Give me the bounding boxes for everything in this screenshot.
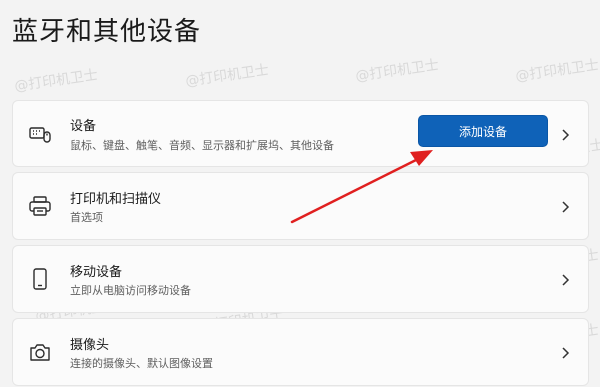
mobile-devices-title: 移动设备 [70,265,123,280]
printer-icon [28,194,52,218]
watermark: @打印机卫士 [184,62,270,90]
mobile-devices-subtitle: 立即从电脑访问移动设备 [70,284,191,297]
page-title: 蓝牙和其他设备 [12,17,202,47]
camera-title: 摄像头 [70,338,110,353]
keyboard-mouse-icon [28,122,52,146]
watermark: @打印机卫士 [354,57,440,85]
chevron-right-icon[interactable] [560,345,570,359]
phone-icon [28,267,52,291]
chevron-right-icon[interactable] [560,199,570,213]
printers-subtitle: 首选项 [70,211,103,224]
watermark: @打印机卫士 [13,67,99,95]
mobile-devices-card[interactable]: 移动设备 立即从电脑访问移动设备 [12,245,589,313]
printers-title: 打印机和扫描仪 [70,192,162,207]
add-device-button[interactable]: 添加设备 [418,115,548,147]
chevron-right-icon[interactable] [560,272,570,286]
camera-subtitle: 连接的摄像头、默认图像设置 [70,357,213,370]
devices-subtitle: 鼠标、键盘、触笔、音频、显示器和扩展坞、其他设备 [70,139,334,152]
devices-card[interactable]: 设备 鼠标、键盘、触笔、音频、显示器和扩展坞、其他设备 添加设备 [12,100,589,167]
camera-icon [28,340,52,364]
watermark: @打印机卫士 [514,57,600,85]
devices-title: 设备 [70,119,97,134]
camera-card[interactable]: 摄像头 连接的摄像头、默认图像设置 [12,318,589,386]
chevron-right-icon[interactable] [560,127,570,141]
printers-card[interactable]: 打印机和扫描仪 首选项 [12,172,589,240]
